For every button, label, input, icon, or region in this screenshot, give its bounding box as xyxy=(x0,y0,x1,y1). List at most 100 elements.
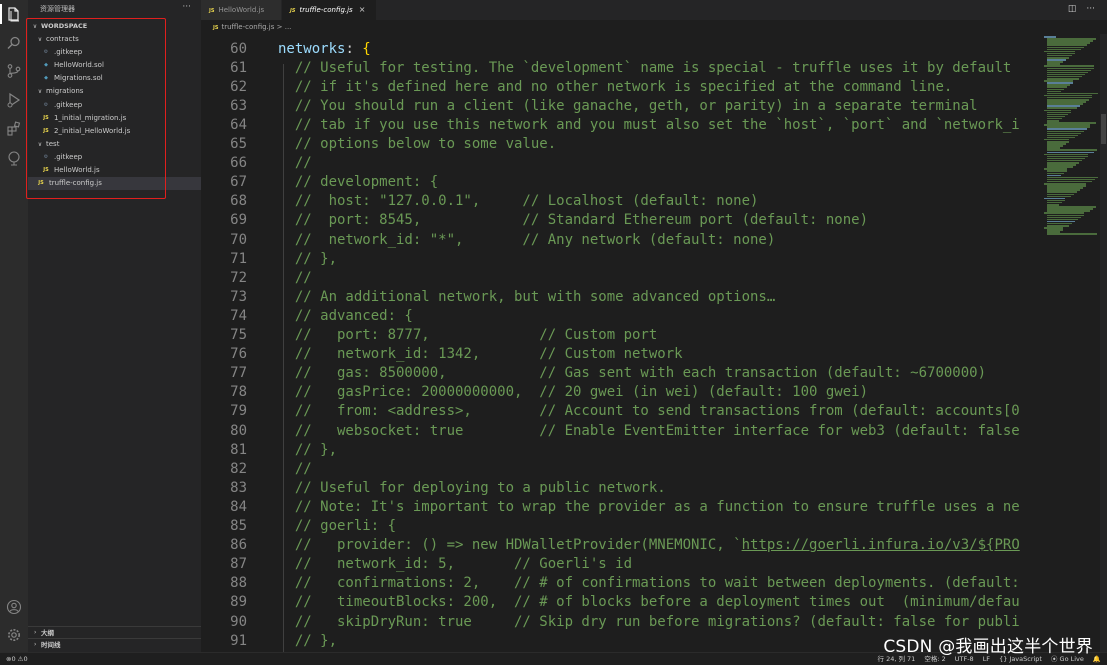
code-line: // tab if you use this network and you m… xyxy=(278,116,1020,133)
code-line: // network_id: 5, // Goerli's id xyxy=(278,556,633,573)
code-line: // host: "127.0.0.1", // Localhost (defa… xyxy=(278,193,759,210)
code-line: // Note: It's important to wrap the prov… xyxy=(278,498,1020,515)
explorer-icon[interactable] xyxy=(5,5,23,23)
code-line: // network_id: 1342, // Custom network xyxy=(278,346,683,363)
breadcrumb-file[interactable]: truffle-config.js xyxy=(221,23,274,31)
tab-helloworld-js[interactable]: JS HelloWorld.js xyxy=(201,0,281,20)
code-line: // }, xyxy=(278,632,338,649)
tab-bar: JS HelloWorld.js JS truffle-config.js × ◫ ··… xyxy=(201,0,1107,20)
code-line: // xyxy=(278,155,312,172)
chevron-right-icon: › xyxy=(34,641,37,648)
code-line: // You should run a client (like ganache… xyxy=(278,97,978,114)
line-number: 90 xyxy=(230,613,247,630)
code-line: // websocket: true // Enable EventEmitte… xyxy=(278,422,1020,439)
code-line: // skipDryRun: true // Skip dry run befo… xyxy=(278,613,1020,630)
code-line: // Useful for deploying to a public netw… xyxy=(278,479,666,496)
line-number: 91 xyxy=(230,632,247,649)
line-number: 85 xyxy=(230,518,247,534)
watermark: CSDN @我画出这半个世界 xyxy=(883,637,1093,657)
line-number: 88 xyxy=(230,575,247,592)
explorer-more-button[interactable]: ··· xyxy=(182,2,191,12)
line-number: 73 xyxy=(230,288,247,305)
line-number: 71 xyxy=(230,250,247,267)
code-line: // gasPrice: 20000000000, // 20 gwei (in… xyxy=(278,384,869,401)
code-line: // timeoutBlocks: 200, // # of blocks be… xyxy=(278,594,1020,611)
line-number: 68 xyxy=(230,193,247,210)
vertical-scrollbar[interactable] xyxy=(1100,34,1107,652)
js-file-icon: JS xyxy=(209,8,215,14)
line-number: 87 xyxy=(230,556,247,573)
active-indicator xyxy=(0,4,2,24)
line-number: 64 xyxy=(230,116,247,133)
line-number: 60 xyxy=(230,40,247,57)
code-line: // from: <address>, // Account to send t… xyxy=(278,403,1020,420)
account-icon[interactable] xyxy=(5,598,23,616)
code-line: networks: { xyxy=(278,40,371,57)
js-file-icon: JS xyxy=(213,25,219,31)
split-editor-icon[interactable]: ◫ xyxy=(1068,4,1077,14)
line-number: 62 xyxy=(230,78,247,95)
line-number: 72 xyxy=(230,269,247,286)
code-line: // xyxy=(278,460,312,477)
line-number: 59 xyxy=(201,34,247,37)
minimap-line xyxy=(1047,233,1097,235)
line-number: 66 xyxy=(230,155,247,172)
remote-explorer-icon[interactable] xyxy=(5,149,23,167)
code-line: // confirmations: 2, // # of confirmatio… xyxy=(278,575,1020,592)
more-actions-icon[interactable]: ··· xyxy=(1086,4,1095,14)
settings-gear-icon[interactable] xyxy=(5,626,23,644)
code-line: // provider: () => new HDWalletProvider(… xyxy=(278,537,1020,554)
extensions-icon[interactable] xyxy=(5,120,23,138)
line-number: 77 xyxy=(230,365,247,382)
line-number: 70 xyxy=(230,231,247,248)
code-editor[interactable]: 59 60 61 62 63 64 65 66 67 68 69 70 71 72 73 74 75 76 77 78… xyxy=(201,34,1107,652)
code-line: // if it's defined here and no other net… xyxy=(278,78,953,95)
close-icon[interactable]: × xyxy=(359,5,366,14)
line-number: 63 xyxy=(230,97,247,114)
outline-section[interactable]: › 大纲 xyxy=(28,626,201,638)
source-control-icon[interactable] xyxy=(5,62,23,80)
status-item[interactable]: 🔔 xyxy=(1093,655,1101,663)
code-line: // xyxy=(278,269,312,286)
code-line: // development: { xyxy=(278,174,439,191)
activity-bar xyxy=(0,0,28,652)
line-number: 82 xyxy=(230,460,247,477)
breadcrumb: JS truffle-config.js > ... xyxy=(201,20,1107,34)
line-number: 75 xyxy=(230,327,247,343)
search-icon[interactable] xyxy=(5,34,23,52)
code-area[interactable]: networks: { // Useful for testing. The `… xyxy=(278,34,1040,652)
timeline-label: 时间线 xyxy=(41,641,61,649)
run-debug-icon[interactable] xyxy=(5,91,23,109)
code-line: // port: 8545, // Standard Ethereum port… xyxy=(278,212,869,229)
breadcrumb-symbol[interactable]: ... xyxy=(285,23,292,31)
code-line: // advanced: { xyxy=(278,307,413,324)
line-number: 65 xyxy=(230,136,247,152)
tab-truffle-config-js[interactable]: JS truffle-config.js × xyxy=(282,0,376,20)
line-number: 81 xyxy=(230,441,247,458)
breadcrumb-separator: > xyxy=(276,23,283,31)
line-number: 79 xyxy=(230,403,247,420)
code-line: // goerli: { xyxy=(278,518,397,534)
tab-label: HelloWorld.js xyxy=(218,6,265,14)
minimap[interactable] xyxy=(1042,34,1100,652)
problems-indicator[interactable]: ⊗0 ⚠0 xyxy=(6,653,28,665)
tab-label: truffle-config.js xyxy=(299,6,353,14)
code-line: // gas: 8500000, // Gas sent with each t… xyxy=(278,365,987,382)
timeline-section[interactable]: › 时间线 xyxy=(28,638,201,650)
line-number: 74 xyxy=(230,307,247,324)
line-number: 84 xyxy=(230,498,247,515)
line-number: 86 xyxy=(230,537,247,554)
line-number: 83 xyxy=(230,479,247,496)
code-line: // port: 8777, // Custom port xyxy=(278,327,658,343)
line-number: 67 xyxy=(230,174,247,191)
line-number: 89 xyxy=(230,594,247,611)
explorer-title: 资源管理器 xyxy=(40,5,75,13)
highlight-box xyxy=(26,18,166,199)
scrollbar-thumb[interactable] xyxy=(1101,114,1106,144)
line-number: 69 xyxy=(230,212,247,229)
code-line: // }, xyxy=(278,250,338,267)
line-number: 78 xyxy=(230,384,247,401)
js-file-icon: JS xyxy=(290,8,296,14)
code-line: // Useful for testing. The `development`… xyxy=(278,59,1012,76)
code-line: // options below to some value. xyxy=(278,136,557,152)
